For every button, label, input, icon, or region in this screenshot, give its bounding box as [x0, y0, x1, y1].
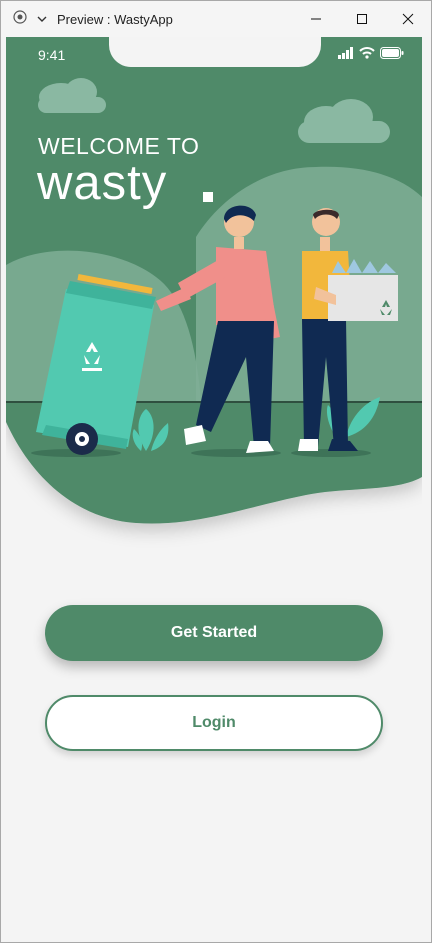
wifi-icon	[359, 47, 375, 59]
close-button[interactable]	[385, 1, 431, 37]
minimize-button[interactable]	[293, 1, 339, 37]
login-button[interactable]: Login	[45, 695, 383, 751]
window-title: Preview : WastyApp	[57, 11, 173, 27]
get-started-button[interactable]: Get Started	[45, 605, 383, 661]
minimize-icon	[311, 18, 321, 20]
app-window: Preview : WastyApp WELCOME TO wasty 9:41…	[0, 0, 432, 943]
status-bar: 9:41	[6, 37, 422, 71]
brand-name: wasty	[37, 156, 168, 210]
record-icon[interactable]	[13, 9, 27, 29]
device-notch	[109, 37, 321, 67]
maximize-button[interactable]	[339, 1, 385, 37]
hero-illustration: WELCOME TO wasty	[6, 37, 422, 557]
chevron-down-icon[interactable]	[37, 10, 47, 28]
close-icon	[402, 13, 414, 25]
signal-icon	[338, 47, 353, 59]
window-titlebar: Preview : WastyApp	[1, 1, 431, 37]
battery-icon	[380, 47, 404, 59]
brand-dot	[203, 192, 213, 202]
app-screen: WELCOME TO wasty 9:41 Get Started Login	[6, 37, 422, 935]
maximize-icon	[357, 14, 367, 24]
status-time: 9:41	[38, 47, 66, 63]
